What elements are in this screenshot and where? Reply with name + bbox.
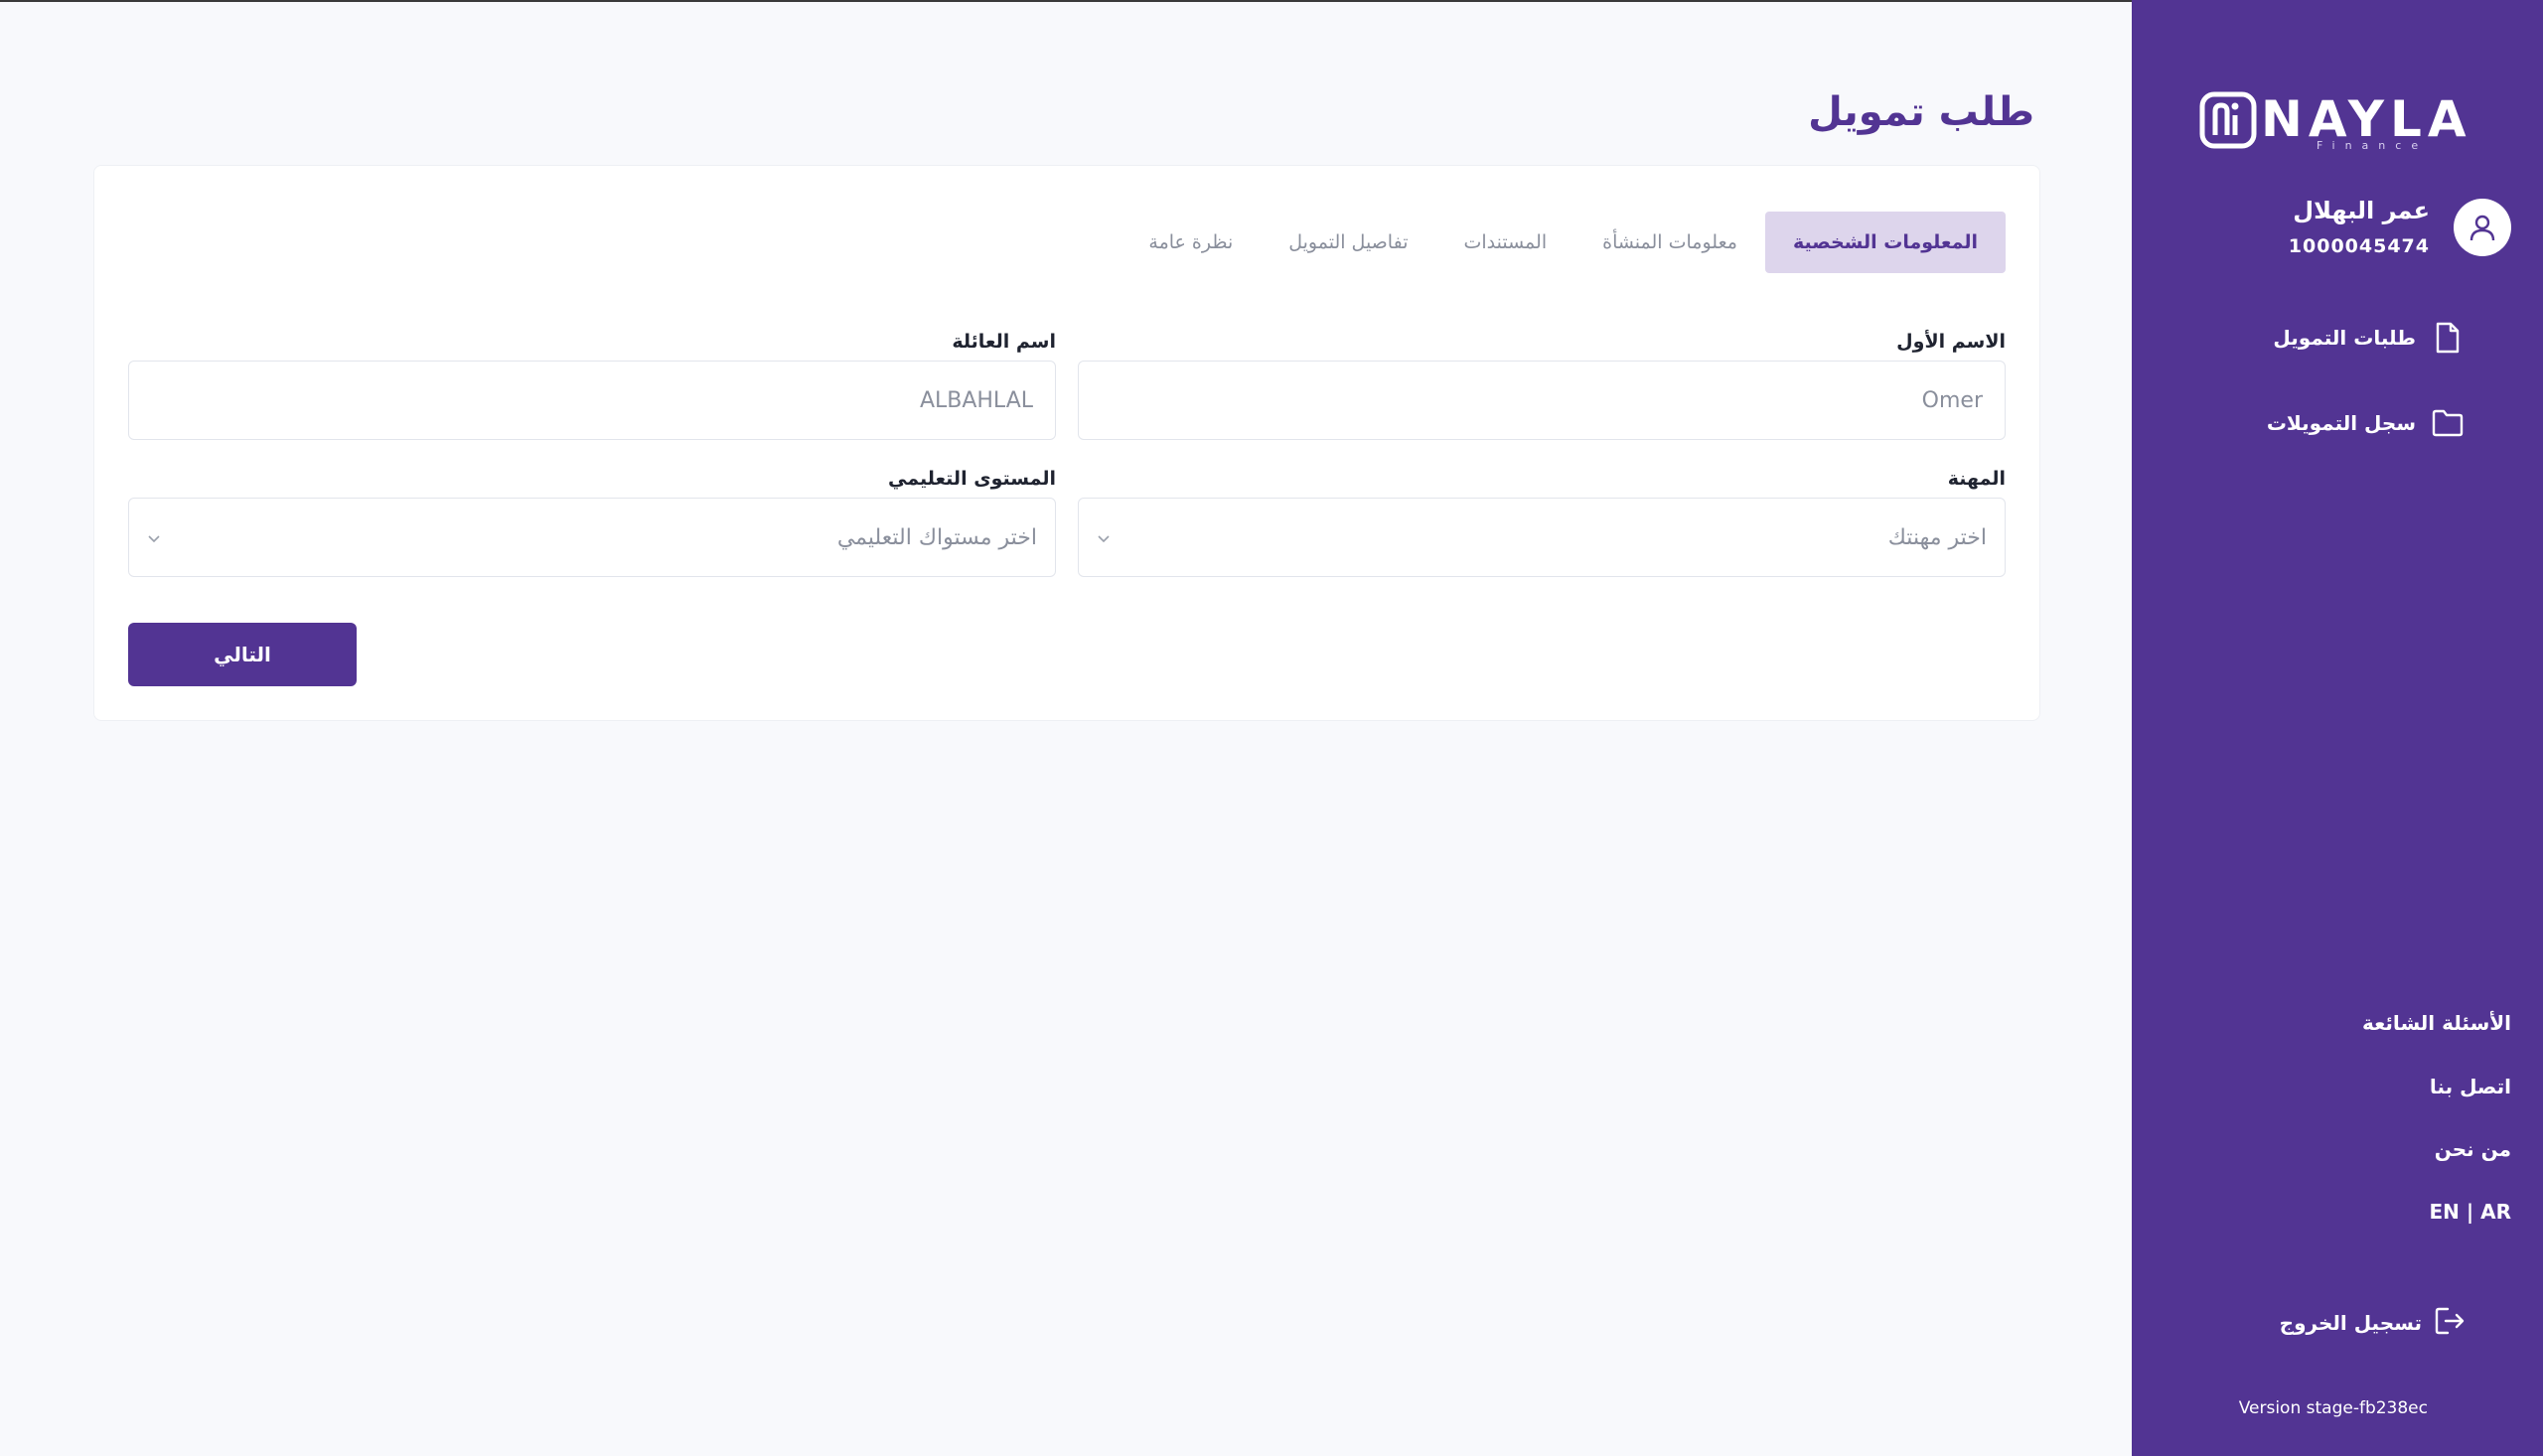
family-name-label: اسم العائلة [952, 331, 1056, 353]
first-name-label: الاسم الأول [1896, 331, 2006, 353]
chevron-down-icon [147, 525, 161, 550]
user-name: عمر البهلال [2293, 197, 2430, 224]
logout-button[interactable]: تسجيل الخروج [2280, 1305, 2466, 1341]
page-title: طلب تمويل [1808, 89, 2034, 135]
nayla-logo[interactable]: NAYLA Finance [2199, 89, 2477, 152]
logo-subtitle: Finance [2317, 139, 2429, 152]
tab-overview[interactable]: نظرة عامة [1121, 212, 1261, 273]
nav-label: طلبات التمويل [2273, 326, 2416, 350]
logo-mark-icon [2199, 91, 2257, 149]
nav-financing-history[interactable]: سجل التمويلات [2267, 405, 2466, 441]
tab-financing-details[interactable]: تفاصيل التمويل [1261, 212, 1435, 273]
occupation-select[interactable]: اختر مهنتك [1078, 498, 2006, 577]
occupation-placeholder: اختر مهنتك [1887, 524, 1987, 550]
version-text: Version stage-fb238ec [2238, 1398, 2428, 1418]
folder-icon [2430, 405, 2466, 441]
user-id: 1000045474 [2288, 235, 2430, 257]
tab-documents[interactable]: المستندات [1436, 212, 1575, 273]
first-name-value: Omer [1921, 387, 1983, 413]
occupation-label: المهنة [1947, 468, 2006, 490]
nav-label: سجل التمويلات [2266, 411, 2416, 435]
tab-establishment-info[interactable]: معلومات المنشأة [1574, 212, 1765, 273]
file-icon [2430, 320, 2466, 356]
tab-personal-info[interactable]: المعلومات الشخصية [1764, 212, 2006, 273]
about-link[interactable]: من نحن [2435, 1137, 2511, 1161]
family-name-field[interactable]: ALBAHLAL [128, 361, 1056, 440]
chevron-down-icon [1097, 525, 1111, 550]
avatar[interactable] [2454, 199, 2511, 256]
family-name-value: ALBAHLAL [919, 387, 1033, 413]
contact-link[interactable]: اتصل بنا [2430, 1075, 2511, 1098]
next-button[interactable]: التالي [128, 623, 357, 686]
application-form-card: المعلومات الشخصية معلومات المنشأة المستن… [93, 165, 2040, 721]
user-icon [2469, 215, 2495, 241]
logout-icon [2434, 1306, 2466, 1341]
nav-financing-requests[interactable]: طلبات التمويل [2273, 320, 2466, 356]
education-select[interactable]: اختر مستواك التعليمي [128, 498, 1056, 577]
language-toggle[interactable]: EN | AR [2429, 1200, 2511, 1224]
education-placeholder: اختر مستواك التعليمي [836, 524, 1037, 550]
sidebar: NAYLA Finance عمر البهلال 1000045474 طلب… [2132, 0, 2543, 1456]
faq-link[interactable]: الأسئلة الشائعة [2362, 1011, 2511, 1035]
step-tabs: المعلومات الشخصية معلومات المنشأة المستن… [1121, 212, 2006, 273]
logout-label: تسجيل الخروج [2279, 1311, 2422, 1335]
education-label: المستوى التعليمي [887, 468, 1056, 490]
first-name-field[interactable]: Omer [1078, 361, 2006, 440]
